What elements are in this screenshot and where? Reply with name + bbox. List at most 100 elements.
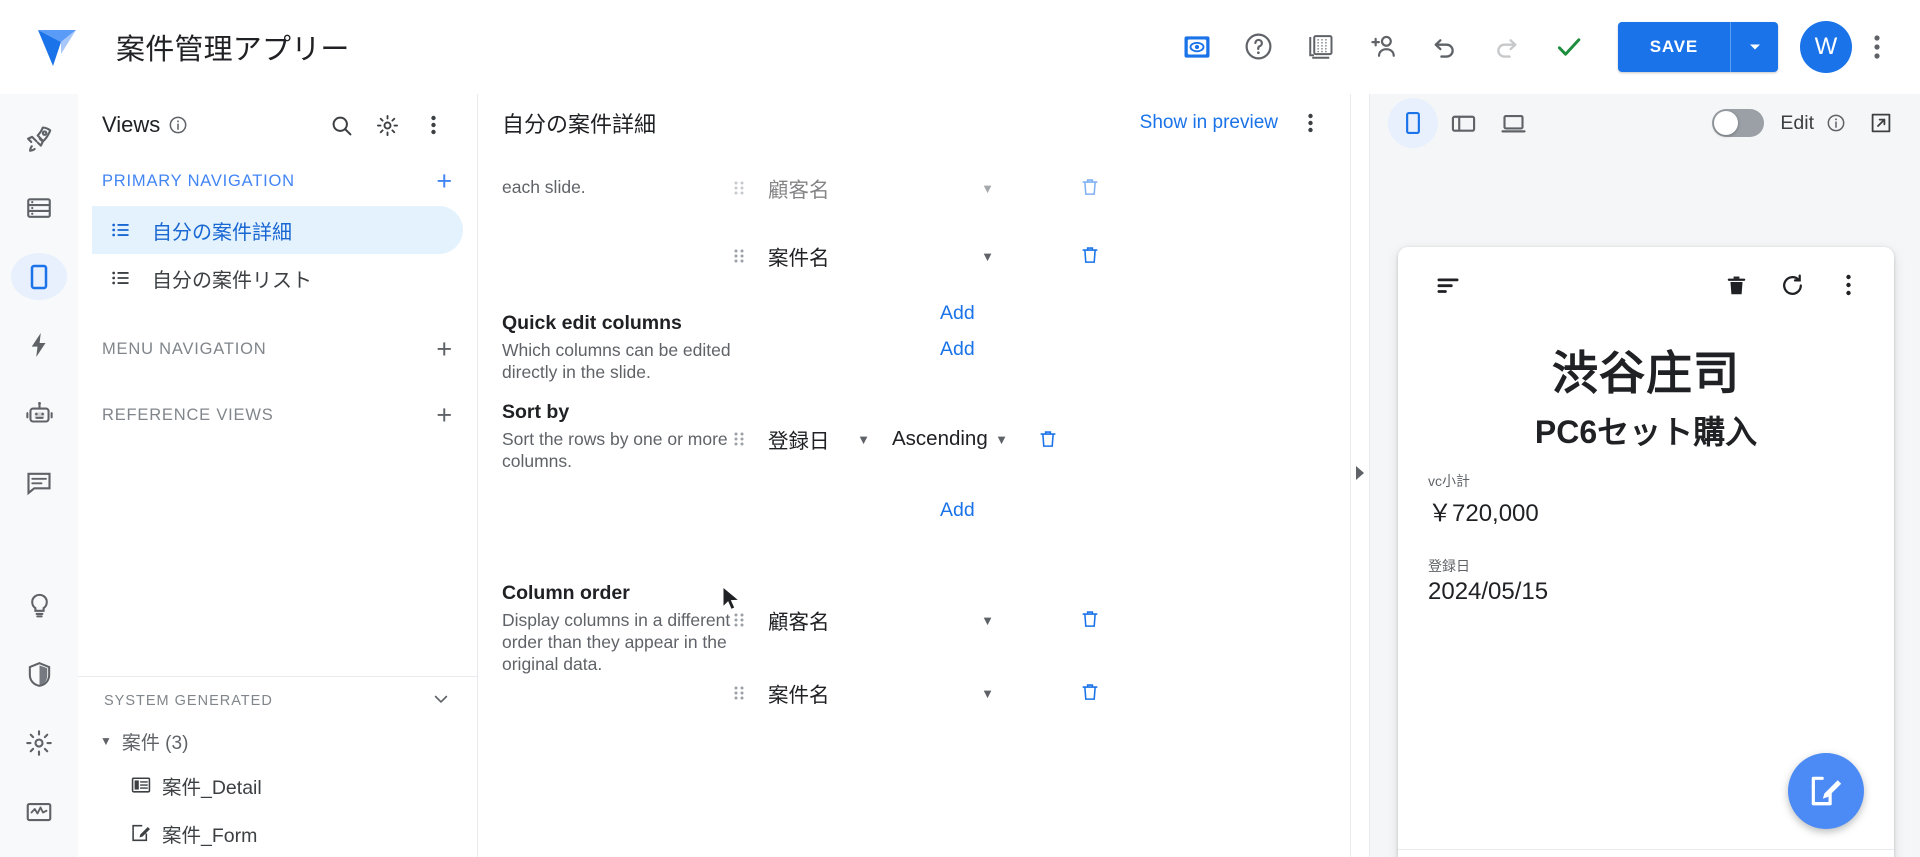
field-value: 2024/05/15 <box>1428 578 1549 605</box>
system-table-group[interactable]: ▼ 案件 (3) <box>78 721 477 761</box>
record-subtitle: PC6セット購入 <box>1534 414 1758 450</box>
help-icon[interactable] <box>1228 16 1290 78</box>
record-field-subtotal: vc小計 ￥720,000 <box>1398 471 1894 528</box>
trash-icon[interactable] <box>1070 672 1110 712</box>
tablet-icon[interactable] <box>1438 98 1488 148</box>
gear-icon[interactable] <box>11 720 67 767</box>
field-label: 登録日 <box>1428 558 1470 574</box>
gear-icon[interactable] <box>365 103 409 147</box>
shield-icon[interactable] <box>11 651 67 698</box>
table-row[interactable]: 登録日 ▼ Ascending ▼ <box>726 417 1068 461</box>
column-select-value[interactable]: 案件名 <box>768 678 830 708</box>
phone-bottom-nav: 自分の案件詳細 自分の案件リスト <box>1398 849 1894 857</box>
bolt-icon[interactable] <box>11 322 67 369</box>
trash-icon[interactable] <box>1070 235 1110 275</box>
show-in-preview-link[interactable]: Show in preview <box>1140 112 1278 134</box>
chevron-down-icon[interactable]: ▼ <box>981 613 994 628</box>
info-icon[interactable] <box>168 115 188 135</box>
settings-row-quick-edit-columns: Quick edit columns Which columns can be … <box>478 312 1350 383</box>
save-dropdown-chevron-down-icon[interactable] <box>1730 21 1778 72</box>
plus-icon[interactable]: + <box>436 335 453 363</box>
system-generated-section: SYSTEM GENERATED ▼ 案件 (3) 案件_Detail 案件_F… <box>78 676 477 857</box>
refresh-icon[interactable] <box>1768 261 1816 309</box>
monitor-icon[interactable] <box>11 788 67 835</box>
avatar[interactable]: W <box>1800 20 1852 73</box>
more-vert-icon[interactable] <box>411 103 455 147</box>
edit-square-icon[interactable] <box>1788 753 1864 829</box>
device-icon[interactable] <box>11 253 67 301</box>
add-link[interactable]: Add <box>940 338 975 361</box>
triangle-right-icon <box>1354 464 1366 487</box>
table-row[interactable]: 顧客名 ▼ <box>726 166 1056 210</box>
table-row[interactable]: 顧客名 ▼ <box>726 598 1056 642</box>
plus-icon[interactable]: + <box>436 401 453 429</box>
trash-icon[interactable] <box>1712 261 1760 309</box>
app-title: 案件管理アプリー <box>116 33 350 66</box>
save-button[interactable]: SAVE <box>1617 21 1730 72</box>
sort-lines-icon[interactable] <box>1424 261 1472 309</box>
sidebar-item-my-case-list[interactable]: 自分の案件リスト <box>92 254 463 302</box>
robot-icon[interactable] <box>11 391 67 438</box>
check-icon[interactable] <box>1538 16 1600 78</box>
row-desc: Display columns in a different order tha… <box>502 610 731 675</box>
trash-icon[interactable] <box>1070 167 1110 207</box>
drag-handle-icon[interactable] <box>726 684 752 702</box>
desktop-icon[interactable] <box>1488 98 1538 148</box>
plus-icon[interactable]: + <box>436 167 453 195</box>
nav-tab-my-case-detail[interactable]: 自分の案件詳細 <box>1398 850 1646 857</box>
sort-column-select-value[interactable]: 登録日 <box>768 424 830 454</box>
settings-row-sort-by: Sort by Sort the rows by one or more col… <box>478 401 1350 521</box>
section-label: PRIMARY NAVIGATION <box>102 171 295 190</box>
more-vert-icon[interactable] <box>1852 19 1902 75</box>
drag-handle-icon[interactable] <box>726 179 752 197</box>
field-value: ￥720,000 <box>1428 500 1539 527</box>
chevron-down-icon[interactable]: ▼ <box>857 432 870 447</box>
more-vert-icon[interactable] <box>1288 101 1332 145</box>
trash-icon[interactable] <box>1070 599 1110 639</box>
rocket-icon[interactable] <box>11 116 67 163</box>
section-label: REFERENCE VIEWS <box>102 405 274 424</box>
sort-order-select-value[interactable]: Ascending <box>892 427 988 451</box>
appsheet-logo-icon[interactable] <box>30 20 84 74</box>
chevron-down-icon[interactable]: ▼ <box>995 432 1008 447</box>
open-in-new-icon[interactable] <box>1858 100 1904 146</box>
add-user-icon[interactable] <box>1352 16 1414 78</box>
chevron-down-icon[interactable]: ▼ <box>981 249 994 264</box>
row-desc-tail: each slide. <box>502 177 586 197</box>
list-icon <box>110 267 140 289</box>
info-icon[interactable] <box>1826 113 1846 133</box>
table-row[interactable]: 案件名 ▼ <box>726 671 1056 715</box>
row-title: Sort by <box>502 401 570 423</box>
nav-tab-my-case-list[interactable]: 自分の案件リスト <box>1646 850 1894 857</box>
panel-collapse-handle[interactable] <box>1350 94 1370 857</box>
preview-toggle-icon[interactable] <box>1166 16 1228 78</box>
sidebar-item-case-form[interactable]: 案件_Form <box>78 809 477 857</box>
column-select-value[interactable]: 案件名 <box>768 241 830 271</box>
data-sources-icon[interactable] <box>1290 16 1352 78</box>
edit-toggle[interactable] <box>1712 109 1765 137</box>
undo-icon[interactable] <box>1414 16 1476 78</box>
add-link[interactable]: Add <box>940 499 975 522</box>
field-label: vc小計 <box>1428 473 1470 489</box>
top-bar-actions: SAVE W <box>1166 16 1920 78</box>
edit-toggle-label: Edit <box>1780 111 1814 134</box>
chevron-down-icon[interactable] <box>431 689 451 713</box>
search-icon[interactable] <box>319 103 363 147</box>
table-row[interactable]: 案件名 ▼ <box>726 234 1056 278</box>
column-select-value[interactable]: 顧客名 <box>768 605 830 635</box>
redo-icon[interactable] <box>1476 16 1538 78</box>
more-vert-icon[interactable] <box>1824 261 1872 309</box>
phone-icon[interactable] <box>1388 98 1438 148</box>
database-icon[interactable] <box>11 185 67 232</box>
drag-handle-icon[interactable] <box>726 430 752 448</box>
sidebar-item-case-detail[interactable]: 案件_Detail <box>78 761 477 809</box>
trash-icon[interactable] <box>1028 419 1068 459</box>
chevron-down-icon[interactable]: ▼ <box>981 181 994 196</box>
column-select-value[interactable]: 顧客名 <box>768 173 830 203</box>
lightbulb-icon[interactable] <box>11 582 67 629</box>
chevron-down-icon[interactable]: ▼ <box>981 686 994 701</box>
drag-handle-icon[interactable] <box>726 247 752 265</box>
chat-icon[interactable] <box>11 460 67 507</box>
sidebar-item-my-case-detail[interactable]: 自分の案件詳細 <box>92 206 463 254</box>
drag-handle-icon[interactable] <box>726 611 752 629</box>
